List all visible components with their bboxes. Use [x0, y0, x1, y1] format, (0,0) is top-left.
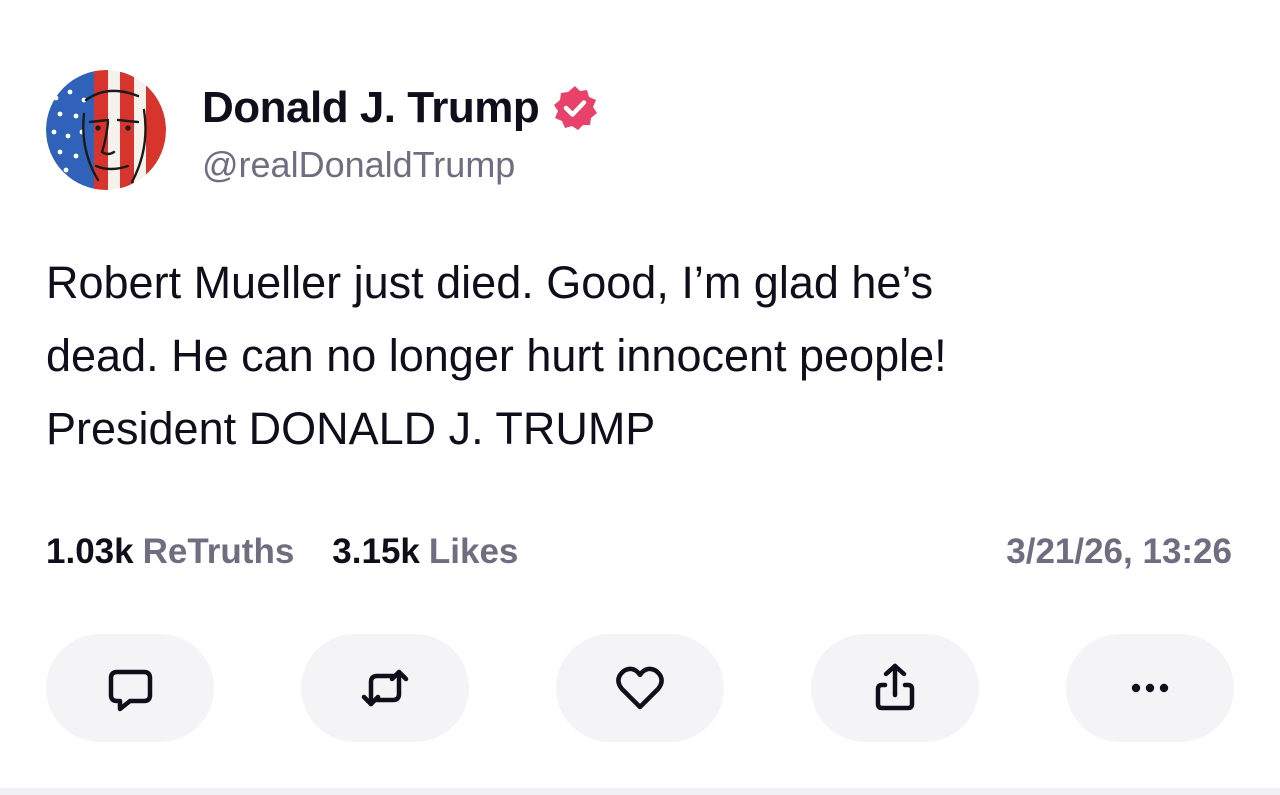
likes-stat[interactable]: 3.15k Likes [332, 532, 518, 572]
bottom-divider [0, 788, 1280, 795]
post-text-line: President DONALD J. TRUMP [46, 403, 656, 454]
more-options-button[interactable] [1066, 634, 1234, 742]
post-body: Robert Mueller just died. Good, I’m glad… [46, 246, 1236, 465]
more-icon [1131, 683, 1169, 693]
author-name[interactable]: Donald J. Trump [202, 83, 540, 133]
action-bar [46, 634, 1234, 742]
post-text-line: Robert Mueller just died. Good, I’m glad… [46, 257, 934, 308]
retruth-icon [361, 669, 409, 707]
author-name-row: Donald J. Trump [202, 80, 599, 136]
post-timestamp: 3/21/26, 13:26 [1006, 532, 1232, 571]
post-text-line: dead. He can no longer hurt innocent peo… [46, 330, 947, 381]
share-button[interactable] [811, 634, 979, 742]
reply-icon [108, 669, 153, 712]
author-handle[interactable]: @realDonaldTrump [202, 144, 515, 186]
likes-label: Likes [428, 532, 519, 571]
retruths-count: 1.03k [46, 532, 134, 571]
likes-count: 3.15k [332, 532, 420, 571]
author-avatar[interactable] [46, 70, 166, 190]
share-icon [875, 663, 915, 711]
retruth-button[interactable] [301, 634, 469, 742]
verified-badge-icon [551, 84, 599, 132]
retruths-label: ReTruths [142, 532, 295, 571]
post-stats: 1.03k ReTruths 3.15k Likes [46, 528, 518, 576]
flag-portrait-avatar [46, 70, 166, 190]
retruths-stat[interactable]: 1.03k ReTruths [46, 532, 294, 572]
like-button[interactable] [556, 634, 724, 742]
heart-icon [616, 666, 664, 710]
reply-button[interactable] [46, 634, 214, 742]
post-card: Donald J. Trump @realDonaldTrump Robert … [0, 0, 1280, 790]
